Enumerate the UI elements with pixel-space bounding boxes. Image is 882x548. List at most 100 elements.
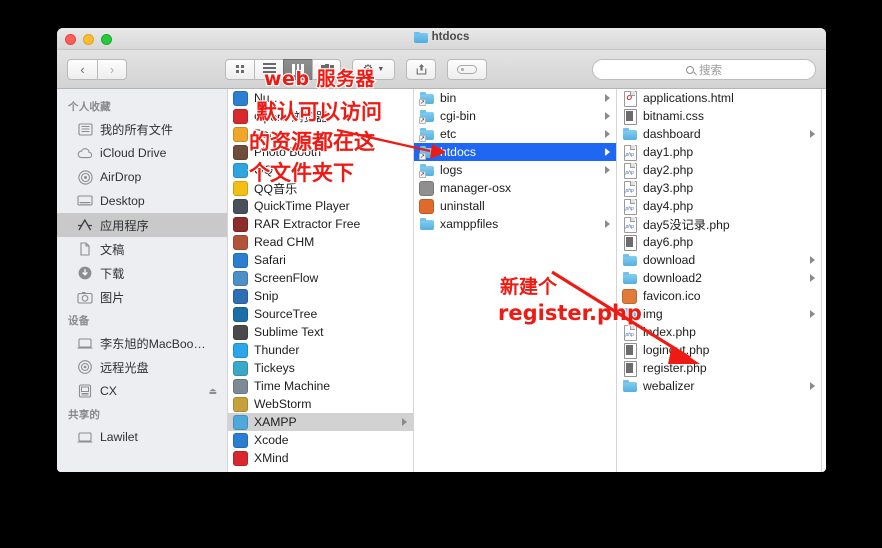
- grid-icon: [236, 65, 244, 73]
- list-item[interactable]: loginout.php: [617, 341, 821, 359]
- list-item[interactable]: ScreenFlow: [228, 269, 413, 287]
- list-item[interactable]: Thunder: [228, 341, 413, 359]
- list-item[interactable]: download: [617, 251, 821, 269]
- list-item[interactable]: QuickTime Player: [228, 197, 413, 215]
- list-item[interactable]: Read CHM: [228, 233, 413, 251]
- list-item[interactable]: Xcode: [228, 431, 413, 449]
- sidebar-item-airdrop[interactable]: AirDrop: [57, 165, 227, 189]
- sidebar-item-[interactable]: 远程光盘: [57, 355, 227, 379]
- share-button[interactable]: [406, 58, 436, 80]
- app-icon: [233, 216, 248, 232]
- sidebar-item-label: 应用程序: [100, 219, 149, 233]
- sidebar-item-lawilet[interactable]: Lawilet: [57, 425, 227, 449]
- list-item-label: htdocs: [440, 145, 476, 159]
- action-menu-button[interactable]: ⚙ ▼: [352, 58, 395, 80]
- list-item[interactable]: QQ: [228, 161, 413, 179]
- xampp-column[interactable]: ↗ bin ↗ cgi-bin ↗ etc ↗ htdocs ↗ logs manager-osx u…: [414, 89, 617, 472]
- sidebar-item-[interactable]: 图片: [57, 285, 227, 309]
- icon-view-button[interactable]: [225, 58, 254, 80]
- list-item[interactable]: register.php: [617, 359, 821, 377]
- search-input[interactable]: 搜索: [592, 59, 816, 80]
- list-item[interactable]: ↗ bin: [414, 89, 616, 107]
- list-item[interactable]: download2: [617, 269, 821, 287]
- list-item[interactable]: ↗ logs: [414, 161, 616, 179]
- list-item[interactable]: php day3.php: [617, 179, 821, 197]
- list-item[interactable]: SourceTree: [228, 305, 413, 323]
- list-item[interactable]: Nu…: [228, 89, 413, 107]
- app-icon: [233, 306, 248, 322]
- list-item[interactable]: XMind: [228, 449, 413, 467]
- sidebar-item-cx[interactable]: CX ⏏: [57, 379, 227, 403]
- list-item[interactable]: Snip: [228, 287, 413, 305]
- sidebar-item-[interactable]: 文稿: [57, 237, 227, 261]
- list-item-label: QQ音乐: [254, 182, 298, 196]
- sidebar-item-label: Lawilet: [100, 430, 138, 444]
- list-item-label: bitnami.css: [643, 109, 704, 123]
- gear-icon: ⚙: [362, 62, 374, 76]
- list-item[interactable]: Safari: [228, 251, 413, 269]
- sidebar-item-[interactable]: 下载: [57, 261, 227, 285]
- list-item[interactable]: ↗ etc: [414, 125, 616, 143]
- list-item[interactable]: dashboard: [617, 125, 821, 143]
- app-icon: [233, 162, 248, 178]
- list-item[interactable]: ↗ htdocs: [414, 143, 616, 161]
- list-item[interactable]: php day1.php: [617, 143, 821, 161]
- list-item[interactable]: ↗ cgi-bin: [414, 107, 616, 125]
- list-item[interactable]: manager-osx: [414, 179, 616, 197]
- list-item[interactable]: php day5没记录.php: [617, 215, 821, 233]
- sidebar-item-desktop[interactable]: Desktop: [57, 189, 227, 213]
- list-item[interactable]: Oapplications.html: [617, 89, 821, 107]
- list-item[interactable]: RAR Extractor Free: [228, 215, 413, 233]
- list-item[interactable]: uninstall: [414, 197, 616, 215]
- folder-alias-icon: ↗: [419, 145, 434, 160]
- list-item[interactable]: php day2.php: [617, 161, 821, 179]
- list-item-label: register.php: [643, 361, 707, 375]
- list-item-label: day3.php: [643, 181, 694, 195]
- app-icon: [233, 360, 248, 376]
- app-icon: [233, 198, 248, 214]
- back-button[interactable]: ‹: [67, 58, 97, 80]
- documents-icon: [77, 241, 93, 257]
- list-item[interactable]: Pag…: [228, 125, 413, 143]
- list-item-label: index.php: [643, 325, 696, 339]
- finder-sidebar[interactable]: 个人收藏 我的所有文件 iCloud Drive AirDrop Desktop 应用程序…: [57, 89, 228, 472]
- sidebar-item-[interactable]: 我的所有文件: [57, 117, 227, 141]
- list-item-label: applications.html: [643, 91, 734, 105]
- sidebar-item-[interactable]: 应用程序: [57, 213, 227, 237]
- list-item[interactable]: webalizer: [617, 377, 821, 395]
- list-item[interactable]: Opera 浏览器: [228, 107, 413, 125]
- sidebar-item-icloud-drive[interactable]: iCloud Drive: [57, 141, 227, 165]
- list-item[interactable]: WebStorm: [228, 395, 413, 413]
- list-item[interactable]: Time Machine: [228, 377, 413, 395]
- list-item-label: Time Machine: [254, 379, 331, 393]
- list-item[interactable]: Photo Booth: [228, 143, 413, 161]
- list-item[interactable]: Sublime Text: [228, 323, 413, 341]
- list-item[interactable]: QQ音乐: [228, 179, 413, 197]
- list-item[interactable]: img: [617, 305, 821, 323]
- list-item[interactable]: Tickeys: [228, 359, 413, 377]
- list-item[interactable]: php day4.php: [617, 197, 821, 215]
- list-item[interactable]: day6.php: [617, 233, 821, 251]
- list-item-label: day4.php: [643, 199, 694, 213]
- list-item-label: Safari: [254, 253, 286, 267]
- columns-icon: [292, 63, 304, 75]
- list-item[interactable]: bitnami.css: [617, 107, 821, 125]
- edit-tags-button[interactable]: [447, 58, 487, 80]
- list-item[interactable]: XAMPP: [228, 413, 413, 431]
- applications-column[interactable]: Nu… Opera 浏览器 Pag… Photo Booth QQ QQ音乐 QuickTi…: [228, 89, 414, 472]
- app-icon: [233, 180, 248, 196]
- document-icon: [622, 109, 637, 125]
- column-view-button[interactable]: [283, 58, 312, 80]
- share-icon: [416, 64, 426, 75]
- coverflow-view-button[interactable]: [312, 58, 341, 80]
- sidebar-item-macboo[interactable]: 李东旭的MacBoo…: [57, 331, 227, 355]
- finder-body: 个人收藏 我的所有文件 iCloud Drive AirDrop Desktop 应用程序…: [57, 89, 826, 472]
- app-icon: [233, 126, 248, 142]
- eject-icon[interactable]: ⏏: [208, 386, 217, 397]
- htdocs-column[interactable]: Oapplications.html bitnami.css dashboard ph…: [617, 89, 822, 472]
- list-item[interactable]: xamppfiles: [414, 215, 616, 233]
- list-view-button[interactable]: [254, 58, 283, 80]
- list-item[interactable]: favicon.ico: [617, 287, 821, 305]
- list-item[interactable]: php index.php: [617, 323, 821, 341]
- forward-button[interactable]: ›: [97, 58, 127, 80]
